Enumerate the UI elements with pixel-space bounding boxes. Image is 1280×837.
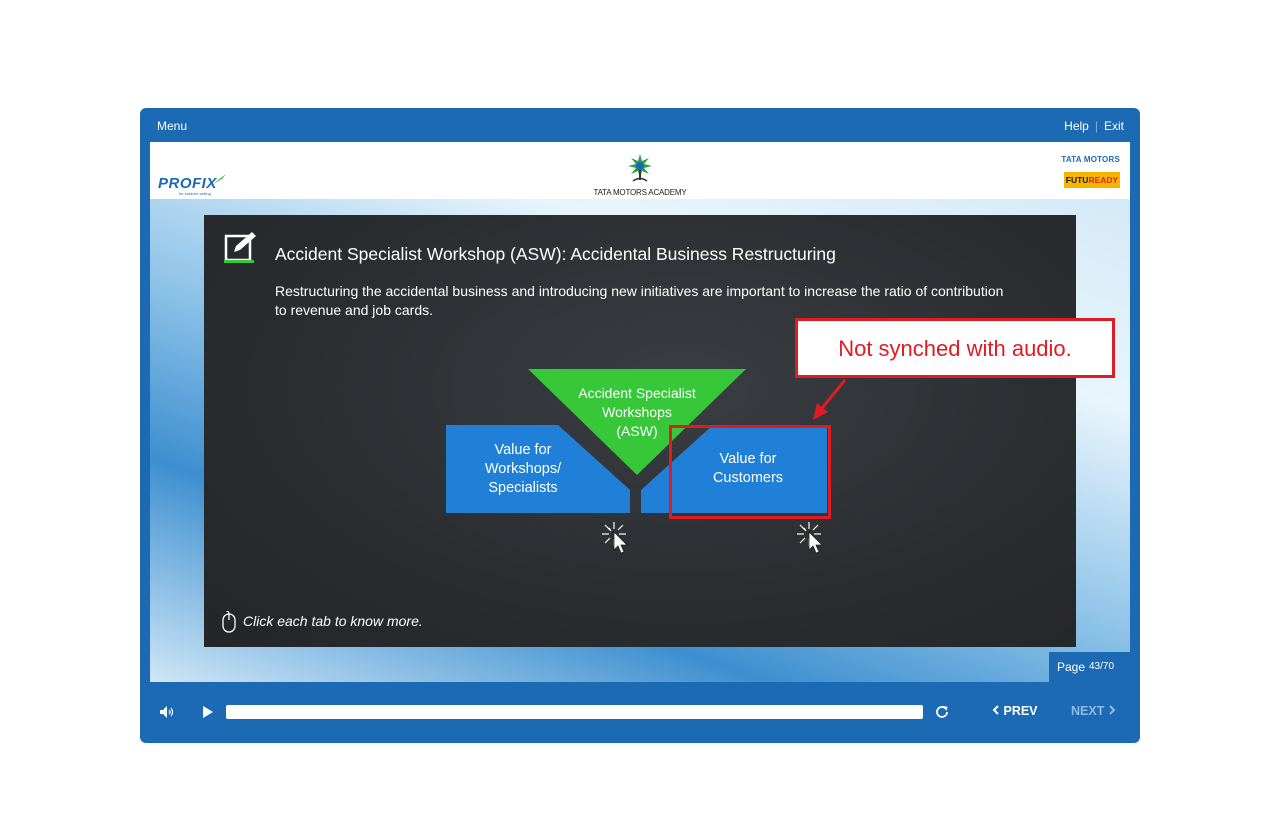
page-indicator: Page 43/70 bbox=[1049, 652, 1130, 682]
click-cursor-icon bbox=[602, 522, 628, 554]
playback-controls: PREV NEXT bbox=[140, 693, 1140, 733]
tab-value-workshops-label: Value for Workshops/ Specialists bbox=[485, 441, 561, 498]
course-player: Menu Help | Exit PROFIX for smarter sellin… bbox=[140, 108, 1140, 743]
replay-icon[interactable] bbox=[934, 704, 950, 720]
mouse-icon bbox=[222, 610, 236, 633]
tab-asw-label-line: Workshops bbox=[602, 404, 672, 420]
profix-tagline: for smarter selling bbox=[179, 191, 211, 196]
separator: | bbox=[1094, 119, 1098, 133]
slide-content: Accident Specialist Workshop (ASW): Acci… bbox=[204, 215, 1076, 647]
next-button: NEXT bbox=[1071, 704, 1116, 718]
next-label: NEXT bbox=[1071, 704, 1105, 718]
slide-description: Restructuring the accidental business an… bbox=[275, 283, 1004, 318]
annotation-highlight-frame bbox=[669, 425, 831, 519]
tree-logo-icon bbox=[628, 154, 652, 182]
page-label: Page bbox=[1057, 660, 1086, 674]
tab-label-line: Value for bbox=[494, 441, 552, 458]
chevron-left-icon bbox=[992, 705, 999, 715]
annotation-callout: Not synched with audio. bbox=[795, 318, 1115, 378]
brand-header: PROFIX for smarter selling TATA MOTORS A… bbox=[150, 142, 1130, 199]
instruction-text: Click each tab to know more. bbox=[243, 613, 423, 629]
progress-bar[interactable] bbox=[226, 705, 923, 719]
help-exit-links: Help | Exit bbox=[1064, 119, 1124, 133]
tab-label-line: Specialists bbox=[488, 479, 558, 496]
academy-logo-text: TATA MOTORS ACADEMY bbox=[593, 188, 687, 197]
futuready-logo-part-b: READY bbox=[1088, 175, 1119, 185]
click-cursor-icon bbox=[797, 522, 823, 554]
player-topbar: Menu Help | Exit bbox=[140, 108, 1140, 142]
tata-motors-logo: TATA MOTORS bbox=[1061, 155, 1120, 164]
stage-area: PROFIX for smarter selling TATA MOTORS A… bbox=[150, 142, 1130, 682]
tab-label-line: Workshops/ bbox=[484, 460, 562, 477]
academy-logo: TATA MOTORS ACADEMY bbox=[590, 154, 690, 197]
prev-label: PREV bbox=[1003, 704, 1038, 718]
slide-title: Accident Specialist Workshop (ASW): Acci… bbox=[275, 244, 836, 264]
edit-note-icon bbox=[224, 232, 256, 263]
help-link[interactable]: Help bbox=[1064, 119, 1089, 133]
page-number: 43/70 bbox=[1089, 661, 1115, 672]
play-icon[interactable] bbox=[202, 705, 214, 719]
annotation-text: Not synched with audio. bbox=[838, 336, 1072, 361]
volume-icon[interactable] bbox=[159, 705, 175, 719]
profix-swoosh-icon bbox=[213, 174, 226, 184]
menu-button[interactable]: Menu bbox=[157, 119, 187, 133]
futuready-logo: FUTUREADY bbox=[1064, 172, 1120, 188]
chevron-right-icon bbox=[1109, 705, 1116, 715]
exit-link[interactable]: Exit bbox=[1104, 119, 1124, 133]
profix-logo: PROFIX bbox=[158, 175, 217, 192]
tab-asw-label-line: Accident Specialist bbox=[578, 385, 696, 401]
futuready-logo-part-a: FUTU bbox=[1065, 175, 1089, 185]
prev-button[interactable]: PREV bbox=[992, 704, 1038, 718]
instruction-hint: Click each tab to know more. bbox=[222, 610, 423, 636]
